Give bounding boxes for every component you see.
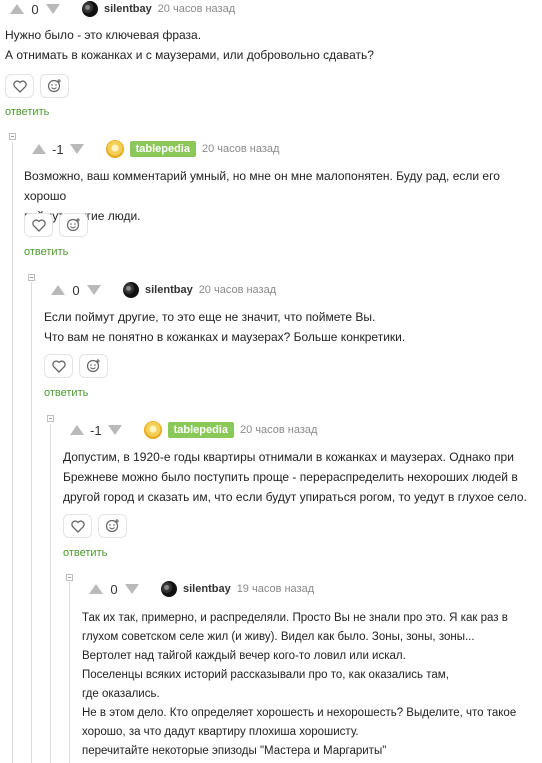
- comment-score: 0: [31, 1, 39, 17]
- heart-icon: [70, 519, 85, 533]
- comment-line: поймут другие люди.: [24, 209, 141, 223]
- comment-line: хорошо, за что дадут квартиру плохиша хо…: [82, 726, 359, 738]
- author-name[interactable]: silentbay: [183, 583, 231, 595]
- comment-line: Допустим, в 1920-е годы квартиры отнимал…: [63, 450, 514, 464]
- vote-control: -1: [32, 140, 84, 158]
- vote-control: 0: [89, 580, 139, 598]
- arrow-down-icon[interactable]: [125, 584, 139, 594]
- comment-body: Возможно, ваш комментарий умный, но мне …: [24, 166, 542, 226]
- comment-body: Нужно было - это ключевая фраза. А отним…: [5, 25, 374, 65]
- heart-icon: [31, 218, 46, 232]
- comment-actions: [24, 213, 88, 237]
- comment-line: Так их так, примерно, и распределяли. Пр…: [82, 612, 508, 624]
- comment-score: 0: [72, 282, 80, 298]
- thread-line: [31, 282, 32, 763]
- thread-line: [12, 142, 13, 763]
- arrow-down-icon[interactable]: [87, 285, 101, 295]
- vote-control: 0: [51, 281, 101, 299]
- comment-time[interactable]: 20 часов назад: [202, 143, 279, 155]
- comment-line: Если поймут другие, то это еще не значит…: [44, 310, 376, 324]
- collapse-icon[interactable]: [66, 574, 73, 581]
- comment-time[interactable]: 20 часов назад: [158, 3, 235, 15]
- comment-body: Так их так, примерно, и распределяли. Пр…: [82, 609, 516, 761]
- comment-line: А отнимать в кожанках и с маузерами, или…: [5, 48, 374, 62]
- reaction-button[interactable]: [40, 74, 69, 98]
- comment-line: Не в этом дело. Кто определяет хорошесть…: [82, 707, 517, 719]
- reply-link[interactable]: ответить: [44, 387, 88, 399]
- arrow-down-icon[interactable]: [69, 144, 84, 154]
- comment-actions: [5, 74, 69, 98]
- avatar[interactable]: [82, 1, 98, 17]
- collapse-icon[interactable]: [47, 415, 54, 422]
- comment-actions: [44, 354, 108, 378]
- comment-time[interactable]: 20 часов назад: [199, 284, 276, 296]
- like-button[interactable]: [5, 74, 34, 98]
- reaction-button[interactable]: [79, 354, 108, 378]
- avatar[interactable]: [161, 581, 177, 597]
- like-button[interactable]: [63, 514, 92, 538]
- arrow-up-icon[interactable]: [10, 4, 24, 14]
- comment-header: 0 silentbay 20 часов назад: [51, 281, 276, 299]
- thread-line: [50, 424, 51, 763]
- avatar[interactable]: [123, 282, 139, 298]
- vote-control: -1: [70, 421, 122, 439]
- author-name[interactable]: silentbay: [145, 284, 193, 296]
- smiley-plus-icon: [66, 218, 80, 232]
- comment-line: глухом советском селе жил (и живу). Виде…: [82, 631, 475, 643]
- avatar[interactable]: [143, 421, 162, 439]
- arrow-up-icon[interactable]: [70, 425, 84, 435]
- author-name[interactable]: tablepedia: [167, 422, 234, 438]
- comment-header: -1 tablepedia 20 часов назад: [70, 421, 317, 439]
- comment-line: Поселенцы всяких историй рассказывали пр…: [82, 669, 449, 681]
- smiley-plus-icon: [105, 519, 119, 533]
- comment-header: -1 tablepedia 20 часов назад: [32, 140, 279, 158]
- comment-line: перечитайте некоторые эпизоды "Мастера и…: [82, 745, 387, 757]
- reaction-button[interactable]: [59, 213, 88, 237]
- collapse-icon[interactable]: [9, 133, 16, 140]
- smiley-plus-icon: [47, 79, 61, 93]
- arrow-up-icon[interactable]: [32, 144, 46, 154]
- reply-link[interactable]: ответить: [63, 547, 107, 559]
- arrow-up-icon[interactable]: [51, 285, 65, 295]
- comment-actions: [63, 514, 127, 538]
- collapse-icon[interactable]: [28, 274, 35, 281]
- heart-icon: [12, 79, 27, 93]
- comment-score: 0: [110, 581, 118, 597]
- comment-header: 0 silentbay 20 часов назад: [10, 0, 235, 18]
- avatar[interactable]: [105, 140, 124, 158]
- comment-score: -1: [52, 141, 64, 157]
- comment-line: Брежневе можно было поступить проще - пе…: [63, 470, 518, 484]
- comment-line: Нужно было - это ключевая фраза.: [5, 28, 202, 42]
- comment-line: Возможно, ваш комментарий умный, но мне …: [24, 169, 500, 203]
- author-name[interactable]: tablepedia: [129, 141, 196, 157]
- reply-link[interactable]: ответить: [5, 106, 49, 118]
- comment-line: где оказались.: [82, 688, 160, 700]
- vote-control: 0: [10, 0, 60, 18]
- arrow-down-icon[interactable]: [107, 425, 122, 435]
- comment-time[interactable]: 20 часов назад: [240, 424, 317, 436]
- thread-line: [69, 582, 70, 763]
- reply-link[interactable]: ответить: [24, 246, 68, 258]
- like-button[interactable]: [24, 213, 53, 237]
- comment-header: 0 silentbay 19 часов назад: [89, 580, 314, 598]
- comment-body: Допустим, в 1920-е годы квартиры отнимал…: [63, 447, 527, 507]
- arrow-up-icon[interactable]: [89, 584, 103, 594]
- smiley-plus-icon: [86, 359, 100, 373]
- comment-line: Что вам не понятно в кожанках и маузерах…: [44, 330, 406, 344]
- heart-icon: [51, 359, 66, 373]
- arrow-down-icon[interactable]: [46, 4, 60, 14]
- comment-line: Вертолет над тайгой каждый вечер кого-то…: [82, 650, 406, 662]
- comment-body: Если поймут другие, то это еще не значит…: [44, 307, 405, 347]
- comment-score: -1: [90, 422, 102, 438]
- like-button[interactable]: [44, 354, 73, 378]
- comment-line: другой город и сказать им, что если буду…: [63, 490, 527, 504]
- author-name[interactable]: silentbay: [104, 3, 152, 15]
- reaction-button[interactable]: [98, 514, 127, 538]
- comment-time[interactable]: 19 часов назад: [237, 583, 314, 595]
